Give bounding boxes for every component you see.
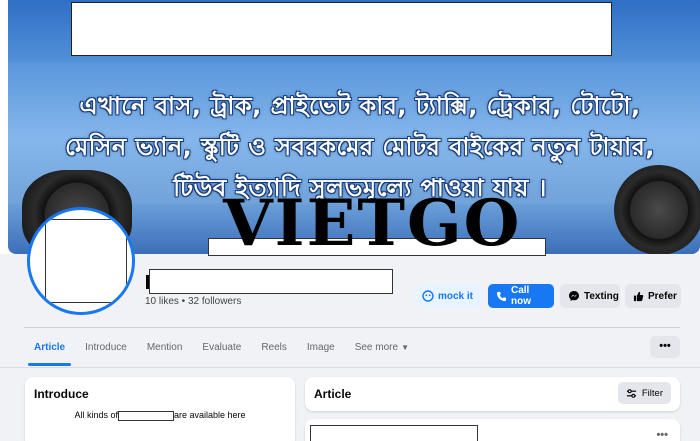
cover-text-line-2: মেসিন ভ্যান, স্কুটি ও সবরকমের মোটর বাইকে… — [65, 133, 655, 161]
mock-it-button[interactable]: mock it — [414, 284, 483, 308]
prefer-label: Prefer — [648, 290, 677, 302]
tab-image-label: Image — [306, 342, 335, 353]
mock-face-icon — [422, 290, 434, 302]
redacted-page-name — [149, 269, 393, 294]
tab-introduce-label: Introduce — [85, 342, 127, 353]
tab-mention[interactable]: Mention — [137, 332, 193, 364]
filter-label: Filter — [641, 387, 663, 399]
texting-button[interactable]: Texting — [560, 284, 620, 308]
texting-label: Texting — [584, 290, 619, 302]
messenger-icon — [568, 290, 580, 302]
redacted-post-header — [310, 425, 478, 441]
profile-avatar[interactable] — [27, 207, 135, 315]
watermark: VIETGO — [223, 186, 522, 261]
thumbs-up-icon — [633, 290, 644, 302]
mock-it-label: mock it — [438, 290, 474, 302]
caret-down-icon: ▼ — [401, 343, 409, 352]
filter-sliders-icon — [626, 387, 638, 399]
post-more-button[interactable]: ••• — [656, 429, 668, 441]
tab-see-more[interactable]: See more ▼ — [345, 332, 419, 364]
article-card: Article Filter — [305, 377, 680, 411]
introduce-card: Introduce All kinds of are available here — [25, 377, 295, 441]
prefer-button[interactable]: Prefer — [625, 284, 681, 308]
tab-image[interactable]: Image — [297, 332, 345, 364]
page-tabs: Article Introduce Mention Evaluate Reels… — [24, 332, 419, 366]
call-now-button[interactable]: Call now — [488, 284, 554, 308]
tab-see-more-label: See more — [354, 342, 399, 353]
article-title: Article — [314, 387, 352, 401]
filter-button[interactable]: Filter — [617, 382, 671, 404]
tab-mention-label: Mention — [146, 342, 183, 353]
more-options-button[interactable]: ••• — [650, 336, 680, 358]
intro-text-after: are available here — [173, 410, 246, 420]
tab-article[interactable]: Article — [24, 332, 75, 366]
cover-text-line-1: এখানে বাস, ট্রাক, প্রাইভেট কার, ট্যাক্সি… — [79, 92, 641, 120]
post-card: ••• — [305, 419, 680, 441]
introduce-text: All kinds of are available here — [25, 410, 295, 421]
intro-text-before: All kinds of — [74, 410, 118, 420]
tab-article-label: Article — [34, 342, 66, 353]
tab-introduce[interactable]: Introduce — [75, 332, 137, 364]
tab-evaluate-label: Evaluate — [202, 342, 242, 353]
page: এখানে বাস, ট্রাক, প্রাইভেট কার, ট্যাক্সি… — [0, 0, 700, 441]
tab-reels[interactable]: Reels — [251, 332, 297, 364]
phone-icon — [496, 290, 507, 302]
redacted-cover-title — [71, 2, 612, 56]
tab-reels-label: Reels — [261, 342, 287, 353]
introduce-title: Introduce — [34, 387, 89, 401]
redacted-avatar — [45, 219, 127, 303]
redacted-product — [117, 410, 174, 421]
page-stats[interactable]: 10 likes • 32 followers — [145, 296, 241, 307]
header-divider — [24, 327, 680, 328]
tabs-bottom-border — [0, 367, 700, 368]
tab-evaluate[interactable]: Evaluate — [192, 332, 251, 364]
call-now-label: Call now — [511, 285, 531, 307]
